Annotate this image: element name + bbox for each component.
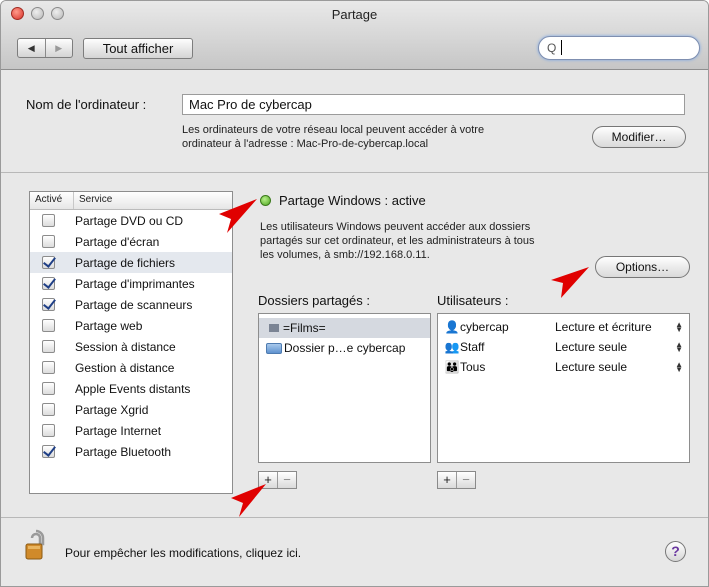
- annotation-arrows: [219, 199, 589, 517]
- arrow-add-icon: [231, 484, 266, 517]
- lock-message[interactable]: Pour empêcher les modifications, cliquez…: [65, 546, 301, 560]
- help-button[interactable]: ?: [665, 541, 686, 562]
- arrow-status-icon: [219, 199, 257, 233]
- footer-separator: [1, 517, 708, 518]
- lock-icon[interactable]: [25, 529, 47, 561]
- preferences-window: Partage ◀ ▶ Tout afficher Q Nom de l'ord…: [0, 0, 709, 587]
- arrow-options-icon: [551, 267, 589, 298]
